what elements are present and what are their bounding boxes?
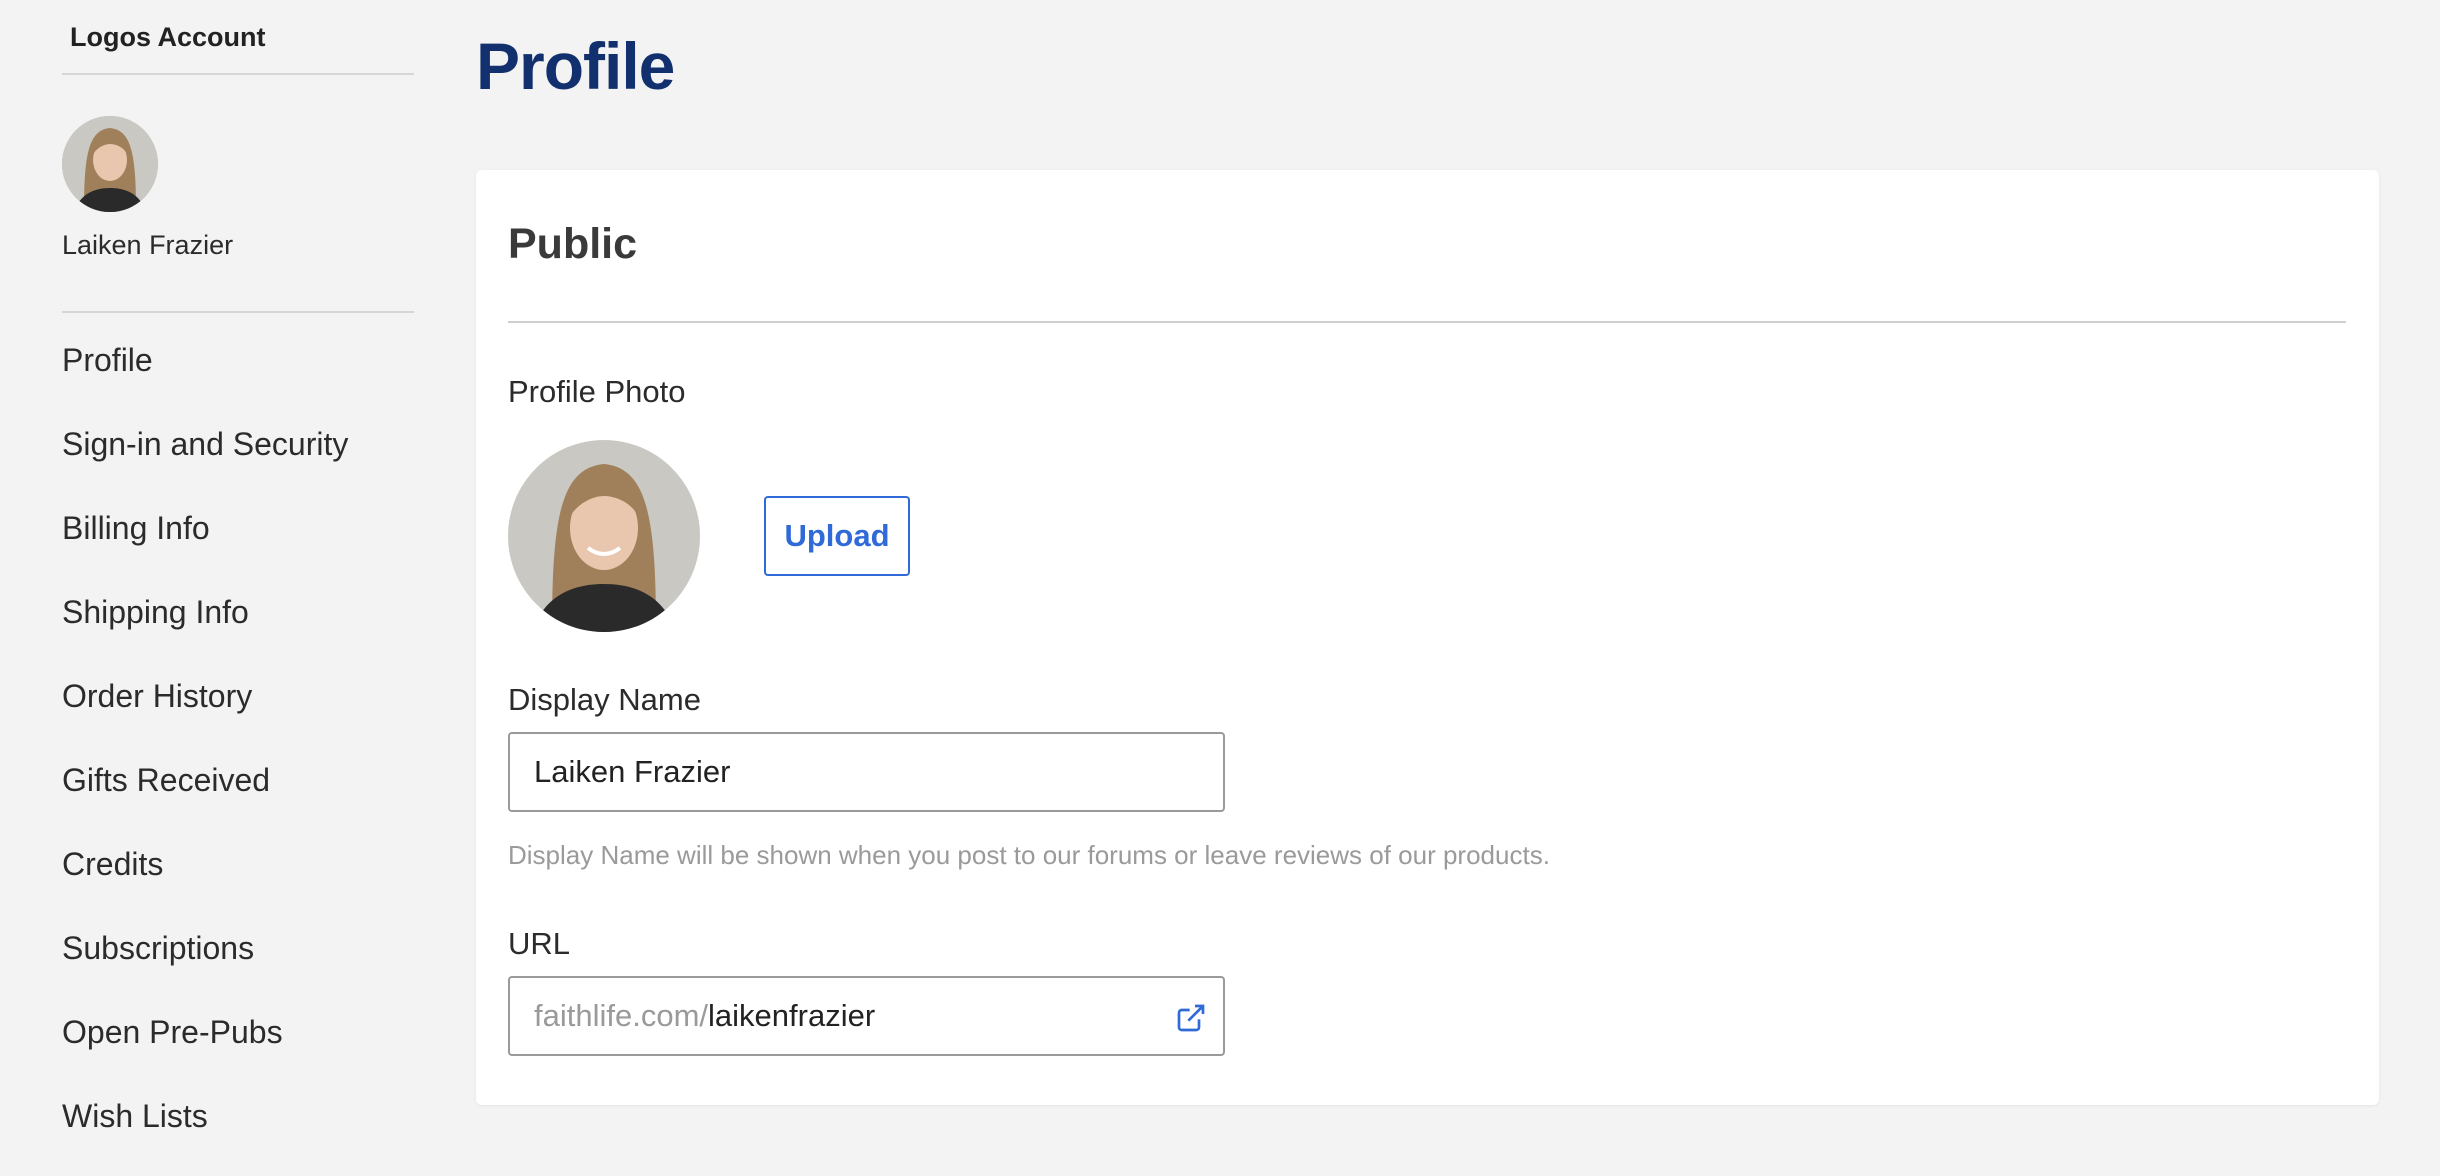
sidebar-divider [62,311,414,313]
sidebar-item-open-pre-pubs[interactable]: Open Pre-Pubs [62,1008,348,1092]
display-name-help-text: Display Name will be shown when you post… [508,840,1550,870]
avatar[interactable] [62,116,158,212]
page-title: Profile [476,29,675,103]
sidebar-item-billing-info[interactable]: Billing Info [62,504,348,588]
sidebar-item-profile[interactable]: Profile [62,336,348,420]
sidebar-divider [62,73,414,75]
url-label: URL [508,926,571,961]
upload-button[interactable]: Upload [764,496,910,576]
sidebar-username: Laiken Frazier [62,230,234,260]
sidebar-item-order-history[interactable]: Order History [62,672,348,756]
url-prefix: faithlife.com/ [534,998,709,1033]
sidebar: Logos Account Laiken Frazier Profile Sig… [0,0,414,1136]
profile-card: Public Profile Photo Upload Display Name… [476,170,2379,1105]
display-name-value: Laiken Frazier [534,754,731,789]
display-name-field[interactable]: Laiken Frazier [508,732,1225,812]
profile-photo [508,440,700,632]
sidebar-item-sign-in-security[interactable]: Sign-in and Security [62,420,348,504]
profile-photo-label: Profile Photo [508,374,686,409]
sidebar-item-shipping-info[interactable]: Shipping Info [62,588,348,672]
sidebar-item-credits[interactable]: Credits [62,840,348,924]
external-link-icon[interactable] [1175,1002,1207,1034]
url-value: laikenfrazier [708,998,876,1033]
section-title: Public [508,220,638,268]
sidebar-item-subscriptions[interactable]: Subscriptions [62,924,348,1008]
sidebar-nav: Profile Sign-in and Security Billing Inf… [62,336,348,1176]
url-field[interactable]: faithlife.com/laikenfrazier [508,976,1225,1056]
sidebar-item-wish-lists[interactable]: Wish Lists [62,1092,348,1176]
sidebar-title: Logos Account [70,22,266,52]
display-name-label: Display Name [508,682,701,717]
section-divider [508,321,2346,323]
sidebar-item-gifts-received[interactable]: Gifts Received [62,756,348,840]
